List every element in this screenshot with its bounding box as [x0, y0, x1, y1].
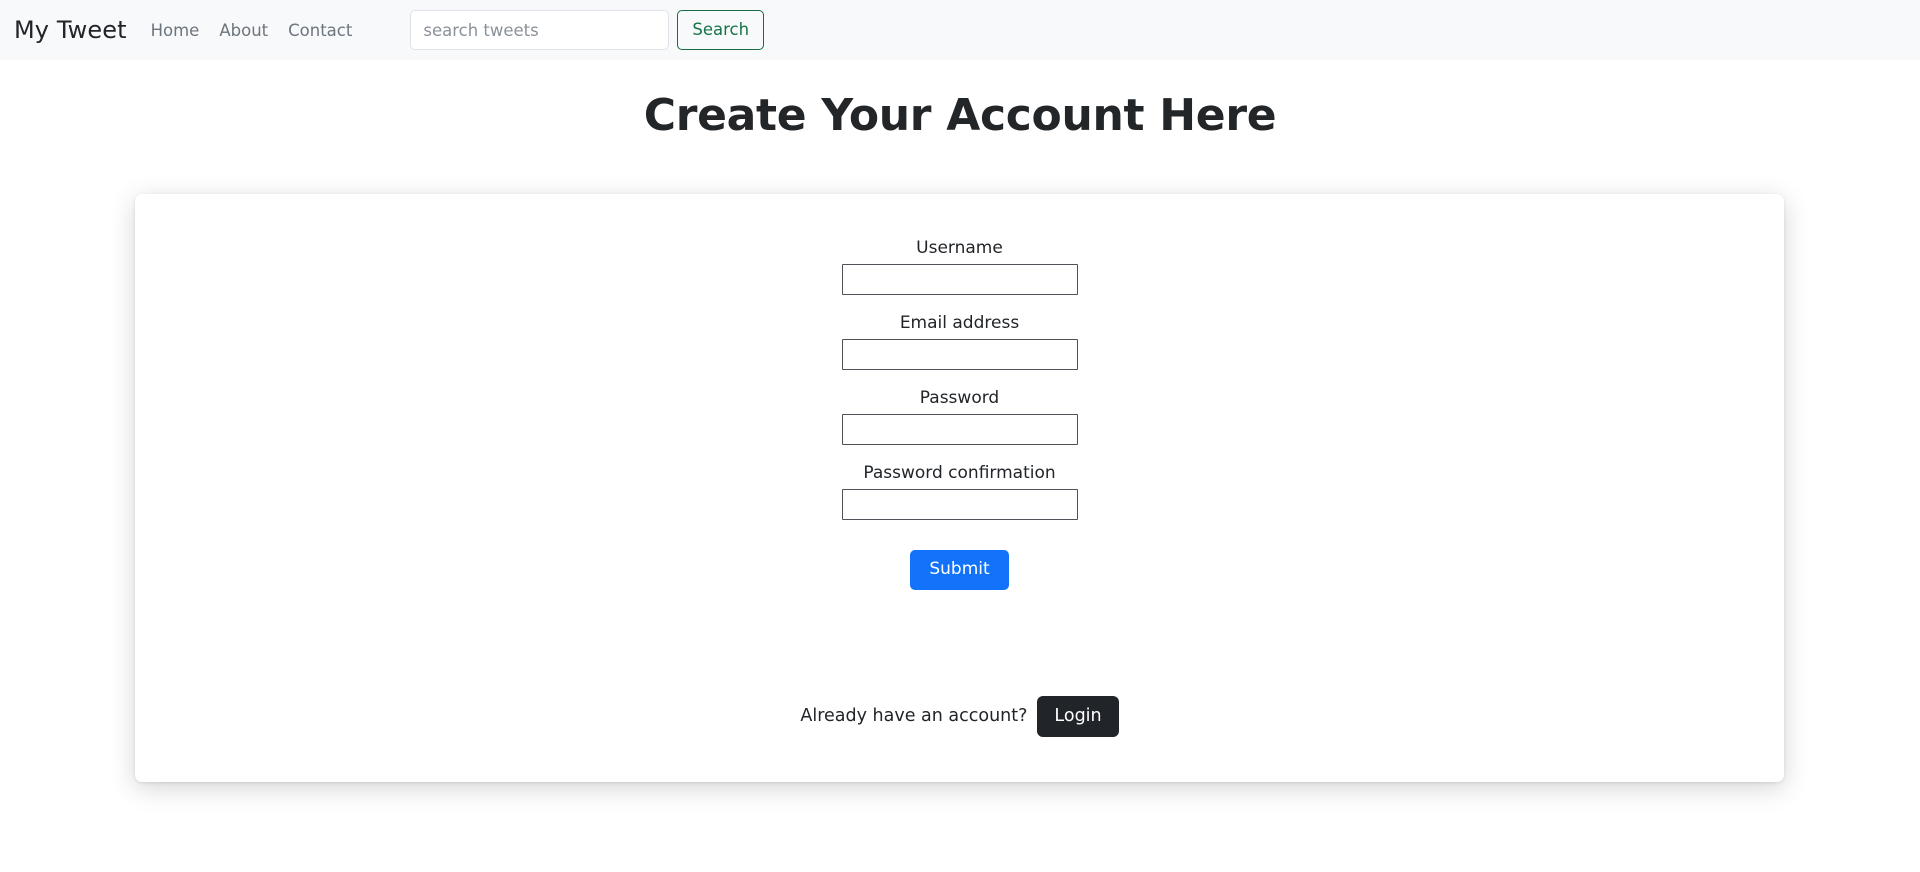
navbar-brand[interactable]: My Tweet	[14, 16, 127, 44]
password-label: Password	[919, 388, 1000, 408]
page-body: Create Your Account Here Username Email …	[0, 60, 1920, 872]
login-button[interactable]: Login	[1037, 695, 1119, 737]
nav-link-about[interactable]: About	[219, 21, 268, 40]
page-title: Create Your Account Here	[643, 90, 1277, 141]
password-input[interactable]	[841, 414, 1078, 445]
field-password: Password	[841, 388, 1078, 445]
email-input[interactable]	[841, 339, 1078, 370]
navbar-links: Home About Contact	[151, 21, 353, 40]
field-email: Email address	[841, 313, 1078, 370]
username-label: Username	[916, 238, 1003, 258]
nav-link-contact[interactable]: Contact	[288, 21, 352, 40]
email-label: Email address	[899, 313, 1020, 333]
signup-form: Username Email address Password Password…	[135, 238, 1784, 590]
search-input[interactable]	[410, 10, 670, 50]
password-confirmation-label: Password confirmation	[863, 463, 1056, 483]
login-prompt-text: Already have an account?	[800, 706, 1028, 727]
username-input[interactable]	[841, 264, 1078, 295]
navbar: My Tweet Home About Contact Search	[0, 0, 1920, 60]
field-password-confirmation: Password confirmation	[841, 463, 1078, 520]
signup-card: Username Email address Password Password…	[135, 194, 1784, 782]
search-form: Search	[410, 10, 765, 50]
submit-button[interactable]: Submit	[910, 550, 1009, 590]
field-username: Username	[841, 238, 1078, 295]
nav-link-home[interactable]: Home	[151, 21, 200, 40]
password-confirmation-input[interactable]	[841, 489, 1078, 520]
login-prompt-row: Already have an account? Login	[135, 695, 1784, 737]
search-button[interactable]: Search	[677, 10, 765, 50]
